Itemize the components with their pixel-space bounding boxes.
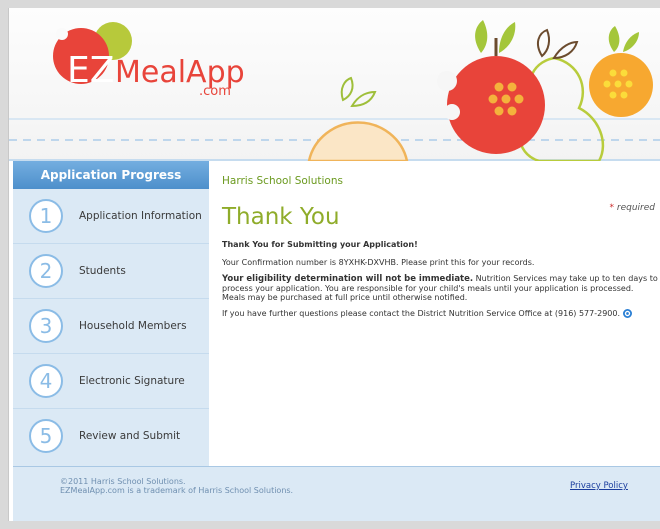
application-progress-sidebar: Application Progress 1 Application Infor… <box>13 161 209 466</box>
page: EZ MealApp .com Application Progress 1 A… <box>8 8 660 521</box>
contact-sentence: If you have further questions please con… <box>222 309 620 318</box>
header: EZ MealApp .com <box>9 8 660 161</box>
required-label: required <box>616 203 655 213</box>
step-label: Review and Submit <box>79 430 181 442</box>
step-number-3: 3 <box>29 309 63 343</box>
step-label: Household Members <box>79 320 187 332</box>
step-students[interactable]: 2 Students <box>13 244 209 299</box>
step-label: Electronic Signature <box>79 375 185 387</box>
footer: ©2011 Harris School Solutions. EZMealApp… <box>13 466 660 521</box>
orange-illustration-icon <box>589 26 653 117</box>
step-household-members[interactable]: 3 Household Members <box>13 299 209 354</box>
copyright-text: ©2011 Harris School Solutions. <box>60 477 186 486</box>
busy-cursor-icon <box>622 309 632 318</box>
contact-text: If you have further questions please con… <box>222 309 658 318</box>
step-label: Students <box>79 265 126 277</box>
footer-copyright: ©2011 Harris School Solutions. EZMealApp… <box>60 477 293 495</box>
main-content: Harris School Solutions * required Thank… <box>209 161 660 466</box>
company-name: Harris School Solutions <box>222 175 343 187</box>
step-number-1: 1 <box>29 199 63 233</box>
sidebar-title: Application Progress <box>13 161 209 189</box>
required-star: * <box>609 203 615 213</box>
trademark-text: EZMealApp.com is a trademark of Harris S… <box>60 486 294 495</box>
step-number-4: 4 <box>29 364 63 398</box>
apple-illustration-icon <box>437 20 545 154</box>
submission-subheading: Thank You for Submitting your Applicatio… <box>222 240 418 249</box>
header-artwork: EZ MealApp .com <box>9 20 660 161</box>
step-label: Application Information <box>79 210 202 222</box>
required-note: * required <box>610 203 655 213</box>
step-application-information[interactable]: 1 Application Information <box>13 189 209 244</box>
privacy-policy-link[interactable]: Privacy Policy <box>570 481 628 491</box>
eligibility-bold: Your eligibility determination will not … <box>222 274 474 284</box>
logo-ez: EZ <box>67 50 114 91</box>
step-electronic-signature[interactable]: 4 Electronic Signature <box>13 354 209 409</box>
page-title: Thank You <box>222 204 340 230</box>
step-number-5: 5 <box>29 419 63 453</box>
confirmation-text: Your Confirmation number is 8YXHK-DXVHB.… <box>222 258 535 267</box>
step-review-and-submit[interactable]: 5 Review and Submit <box>13 409 209 463</box>
step-number-2: 2 <box>29 254 63 288</box>
eligibility-text: Your eligibility determination will not … <box>222 274 658 302</box>
logo-com: .com <box>199 84 231 99</box>
